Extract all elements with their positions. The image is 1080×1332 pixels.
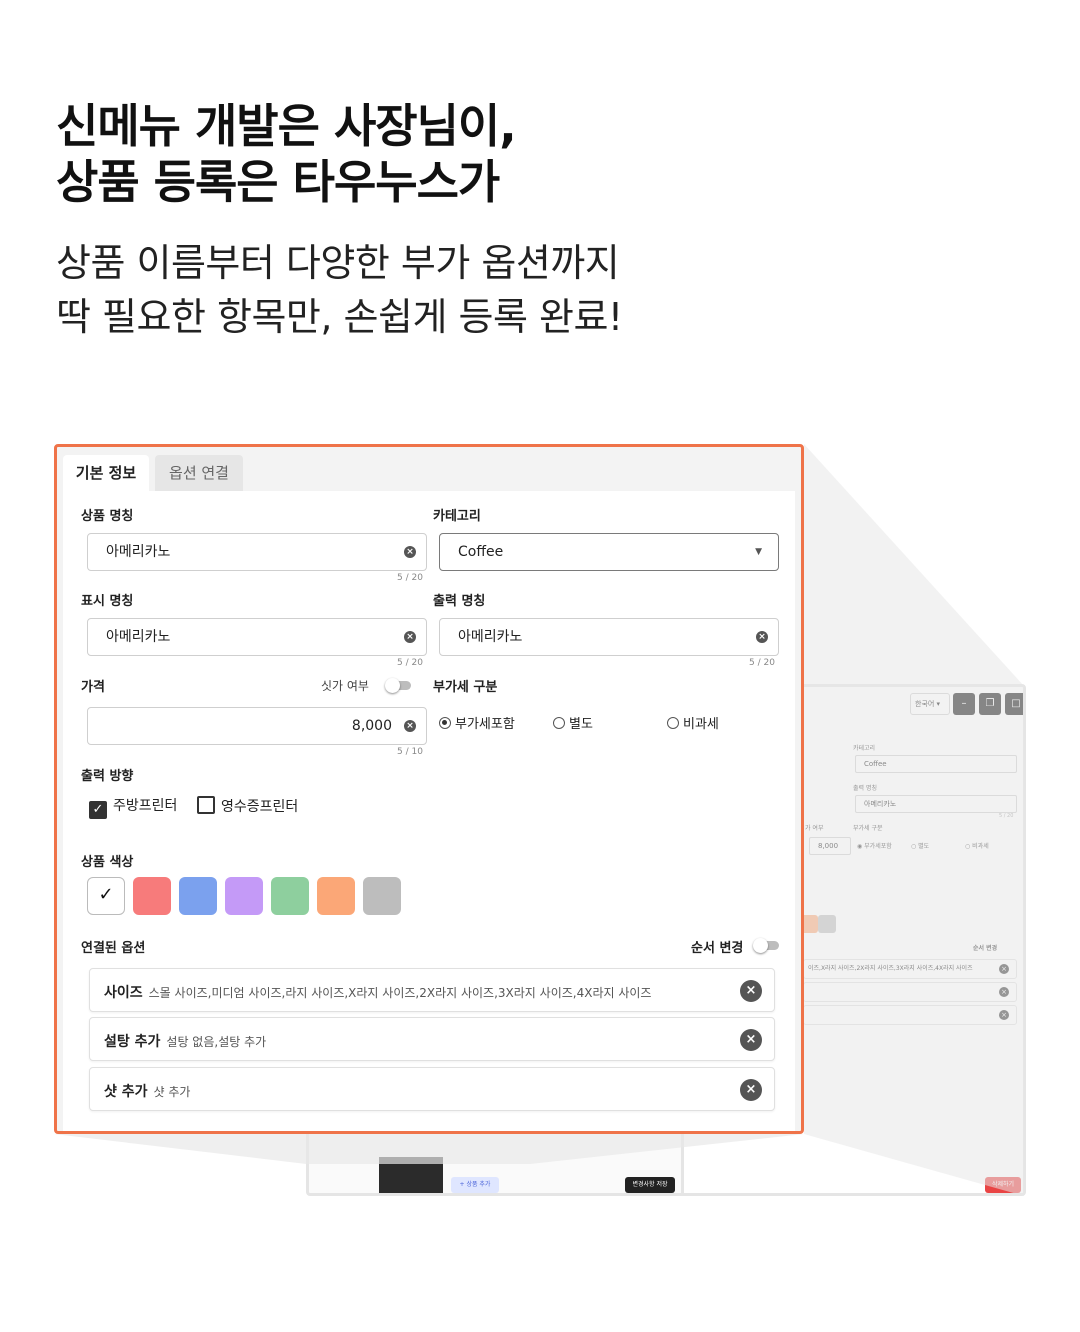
- option-name: 샷 추가: [104, 1084, 148, 1100]
- linked-options-label: 연결된 옵션: [81, 941, 146, 956]
- print-name-label: 출력 명칭: [433, 594, 486, 609]
- caret-down-icon: ▼: [755, 547, 762, 557]
- remove-option-icon[interactable]: ×: [740, 1079, 762, 1101]
- display-name-label: 표시 명칭: [81, 594, 134, 609]
- bg-language-select[interactable]: 한국어 ▾: [910, 693, 950, 715]
- zoomed-form-card: 기본 정보 옵션 연결 상품 명칭 아메리카노 × 5 / 20 카테고리 Co…: [54, 444, 804, 1134]
- bg-save-changes-button[interactable]: 변경사항 저장: [625, 1177, 675, 1193]
- product-name-input[interactable]: 아메리카노 ×: [87, 533, 427, 571]
- color-swatch-purple[interactable]: [225, 877, 263, 915]
- bg-option-row-size: 이즈,X라지 사이즈,2X라지 사이즈,3X라지 사이즈,4X라지 사이즈: [803, 959, 1017, 979]
- linked-option-row: 사이즈 스몰 사이즈,미디엄 사이즈,라지 사이즈,X라지 사이즈,2X라지 사이…: [89, 968, 775, 1012]
- option-values: 샷 추가: [153, 1085, 191, 1099]
- bg-price-input[interactable]: 8,000: [809, 837, 851, 855]
- color-swatch-gray[interactable]: [363, 877, 401, 915]
- vat-option-included[interactable]: 부가세포함: [439, 717, 515, 733]
- color-swatch-white[interactable]: ✓: [87, 877, 125, 915]
- price-value: 8,000: [351, 718, 392, 734]
- headline-line-2: 상품 등록은 타우누스가: [56, 155, 500, 209]
- print-name-counter: 5 / 20: [749, 658, 775, 668]
- bg-add-product-button[interactable]: + 상품 추가: [451, 1177, 499, 1193]
- display-name-counter: 5 / 20: [397, 658, 423, 668]
- bg-option-row-shot: [803, 1005, 1017, 1025]
- headline-line-1: 신메뉴 개발은 사장님이,: [56, 99, 517, 153]
- tab-option-link[interactable]: 옵션 연결: [155, 455, 243, 491]
- price-input[interactable]: 8,000 ×: [87, 707, 427, 745]
- bg-print-name-input[interactable]: 아메리카노: [855, 795, 1017, 813]
- bg-reorder-label: 순서 변경: [973, 945, 998, 952]
- basic-info-form: 상품 명칭 아메리카노 × 5 / 20 카테고리 Coffee ▼ 표시 명칭…: [63, 491, 795, 1131]
- bg-vat-option-2[interactable]: ○ 별도: [911, 841, 929, 850]
- headline: 신메뉴 개발은 사장님이, 상품 등록은 타우누스가: [56, 98, 517, 210]
- color-swatch-blue[interactable]: [179, 877, 217, 915]
- maximize-icon[interactable]: □: [1005, 693, 1023, 715]
- radio-selected-icon: [439, 717, 451, 729]
- product-name-counter: 5 / 20: [397, 573, 423, 583]
- linked-option-row: 설탕 추가 설탕 없음,설탕 추가 ×: [89, 1017, 775, 1061]
- receipt-printer-checkbox[interactable]: 영수증프린터: [197, 796, 298, 817]
- remove-option-icon[interactable]: ×: [740, 1029, 762, 1051]
- color-swatch-orange[interactable]: [317, 877, 355, 915]
- minimize-icon[interactable]: –: [953, 693, 975, 715]
- reorder-label: 순서 변경: [691, 941, 744, 956]
- display-name-value: 아메리카노: [106, 629, 171, 645]
- product-color-label: 상품 색상: [81, 855, 134, 870]
- price-label: 가격: [81, 680, 105, 695]
- print-direction-label: 출력 방향: [81, 769, 134, 784]
- category-select[interactable]: Coffee ▼: [439, 533, 779, 571]
- bg-remove-icon[interactable]: ×: [999, 987, 1009, 997]
- bg-delete-button[interactable]: 삭제하기: [985, 1177, 1021, 1193]
- reorder-toggle[interactable]: [753, 938, 779, 953]
- bg-option-row-sugar: [803, 982, 1017, 1002]
- bg-toggle-label: 가 여부: [805, 825, 824, 832]
- option-name: 사이즈: [104, 985, 143, 1001]
- remove-option-icon[interactable]: ×: [740, 980, 762, 1002]
- radio-icon: [667, 717, 679, 729]
- print-name-value: 아메리카노: [458, 629, 523, 645]
- bg-remove-icon[interactable]: ×: [999, 1010, 1009, 1020]
- product-name-label: 상품 명칭: [81, 509, 134, 524]
- subheadline-line-1: 상품 이름부터 다양한 부가 옵션까지: [56, 241, 620, 285]
- bg-category-label: 카테고리: [853, 745, 876, 752]
- color-swatch-red[interactable]: [133, 877, 171, 915]
- category-value: Coffee: [458, 544, 504, 560]
- bg-vat-option-3[interactable]: ○ 비과세: [965, 841, 989, 850]
- option-values: 설탕 없음,설탕 추가: [166, 1035, 267, 1049]
- price-counter: 5 / 10: [397, 747, 423, 757]
- clear-icon[interactable]: ×: [404, 546, 416, 558]
- bg-vat-label: 부가세 구분: [853, 825, 883, 832]
- option-name: 설탕 추가: [104, 1034, 161, 1050]
- bg-dark-tile: [379, 1157, 443, 1193]
- display-name-input[interactable]: 아메리카노 ×: [87, 618, 427, 656]
- tab-basic-info[interactable]: 기본 정보: [63, 455, 149, 491]
- bg-print-name-label: 출력 명칭: [853, 785, 877, 792]
- market-price-label: 싯가 여부: [321, 679, 369, 693]
- clear-icon[interactable]: ×: [756, 631, 768, 643]
- vat-option-exempt[interactable]: 비과세: [667, 717, 719, 733]
- bg-vat-option-1[interactable]: ◉ 부가세포함: [857, 841, 892, 850]
- linked-option-row: 샷 추가 샷 추가 ×: [89, 1067, 775, 1111]
- subheadline: 상품 이름부터 다양한 부가 옵션까지 딱 필요한 항목만, 손쉽게 등록 완료…: [56, 236, 623, 344]
- option-values: 스몰 사이즈,미디엄 사이즈,라지 사이즈,X라지 사이즈,2X라지 사이즈,3…: [148, 986, 652, 1000]
- bg-remove-icon[interactable]: ×: [999, 964, 1009, 974]
- bg-print-name-counter: 5 / 20: [999, 813, 1014, 819]
- clear-icon[interactable]: ×: [404, 631, 416, 643]
- print-name-input[interactable]: 아메리카노 ×: [439, 618, 779, 656]
- product-name-value: 아메리카노: [106, 544, 171, 560]
- clear-icon[interactable]: ×: [404, 720, 416, 732]
- vat-label: 부가세 구분: [433, 680, 498, 695]
- market-price-toggle[interactable]: [385, 678, 411, 693]
- check-icon: ✓: [98, 884, 114, 905]
- subheadline-line-2: 딱 필요한 항목만, 손쉽게 등록 완료!: [56, 295, 623, 339]
- bg-category-select[interactable]: Coffee: [855, 755, 1017, 773]
- category-label: 카테고리: [433, 509, 481, 524]
- kitchen-printer-checkbox[interactable]: ✓ 주방프린터: [89, 796, 177, 819]
- bg-color-swatch: [818, 915, 836, 933]
- checkbox-icon: [197, 796, 215, 814]
- restore-icon[interactable]: ❐: [979, 693, 1001, 715]
- checkbox-checked-icon: ✓: [89, 801, 107, 819]
- color-swatch-green[interactable]: [271, 877, 309, 915]
- vat-option-separate[interactable]: 별도: [553, 717, 593, 733]
- radio-icon: [553, 717, 565, 729]
